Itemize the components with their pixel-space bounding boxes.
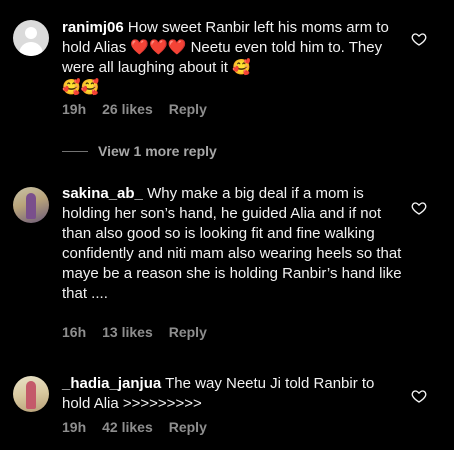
comment-likes[interactable]: 42 likes — [102, 419, 153, 435]
comment-item: _hadia_janjua The way Neetu Ji told Ranb… — [0, 360, 454, 450]
comment-username[interactable]: ranimj06 — [62, 19, 124, 36]
comment-text: Why make a big deal if a mom is holding … — [62, 185, 406, 302]
avatar-figure — [26, 381, 36, 409]
comment-body: sakina_ab_ Why make a big deal if a mom … — [62, 184, 402, 304]
comment-meta: 19h 42 likes Reply — [62, 419, 223, 435]
divider-line — [62, 150, 88, 152]
heart-outline-icon[interactable] — [411, 31, 427, 47]
avatar-figure — [26, 193, 36, 219]
comment-username[interactable]: _hadia_janjua — [62, 375, 161, 392]
comment-meta: 16h 13 likes Reply — [62, 324, 223, 340]
avatar[interactable] — [13, 20, 49, 56]
comment-username[interactable]: sakina_ab_ — [62, 185, 143, 202]
avatar[interactable] — [13, 187, 49, 223]
view-more-replies[interactable]: View 1 more reply — [62, 143, 217, 159]
comment-likes[interactable]: 13 likes — [102, 324, 153, 340]
reply-button[interactable]: Reply — [169, 324, 207, 340]
comment-time: 19h — [62, 419, 87, 435]
comment-body: ranimj06 How sweet Ranbir left his moms … — [62, 18, 402, 98]
reply-button[interactable]: Reply — [169, 419, 207, 435]
view-more-label[interactable]: View 1 more reply — [98, 143, 217, 159]
comment-time: 16h — [62, 324, 87, 340]
heart-outline-icon[interactable] — [411, 200, 427, 216]
comment-time: 19h — [62, 101, 87, 117]
avatar[interactable] — [13, 376, 49, 412]
comment-likes[interactable]: 26 likes — [102, 101, 153, 117]
comment-body: _hadia_janjua The way Neetu Ji told Ranb… — [62, 374, 402, 414]
avatar-head — [25, 27, 37, 39]
reply-button[interactable]: Reply — [169, 101, 207, 117]
heart-outline-icon[interactable] — [411, 388, 427, 404]
comment-meta: 19h 26 likes Reply — [62, 101, 223, 117]
comment-item: sakina_ab_ Why make a big deal if a mom … — [0, 170, 454, 350]
avatar-body — [19, 42, 43, 56]
comment-item: ranimj06 How sweet Ranbir left his moms … — [0, 0, 454, 130]
